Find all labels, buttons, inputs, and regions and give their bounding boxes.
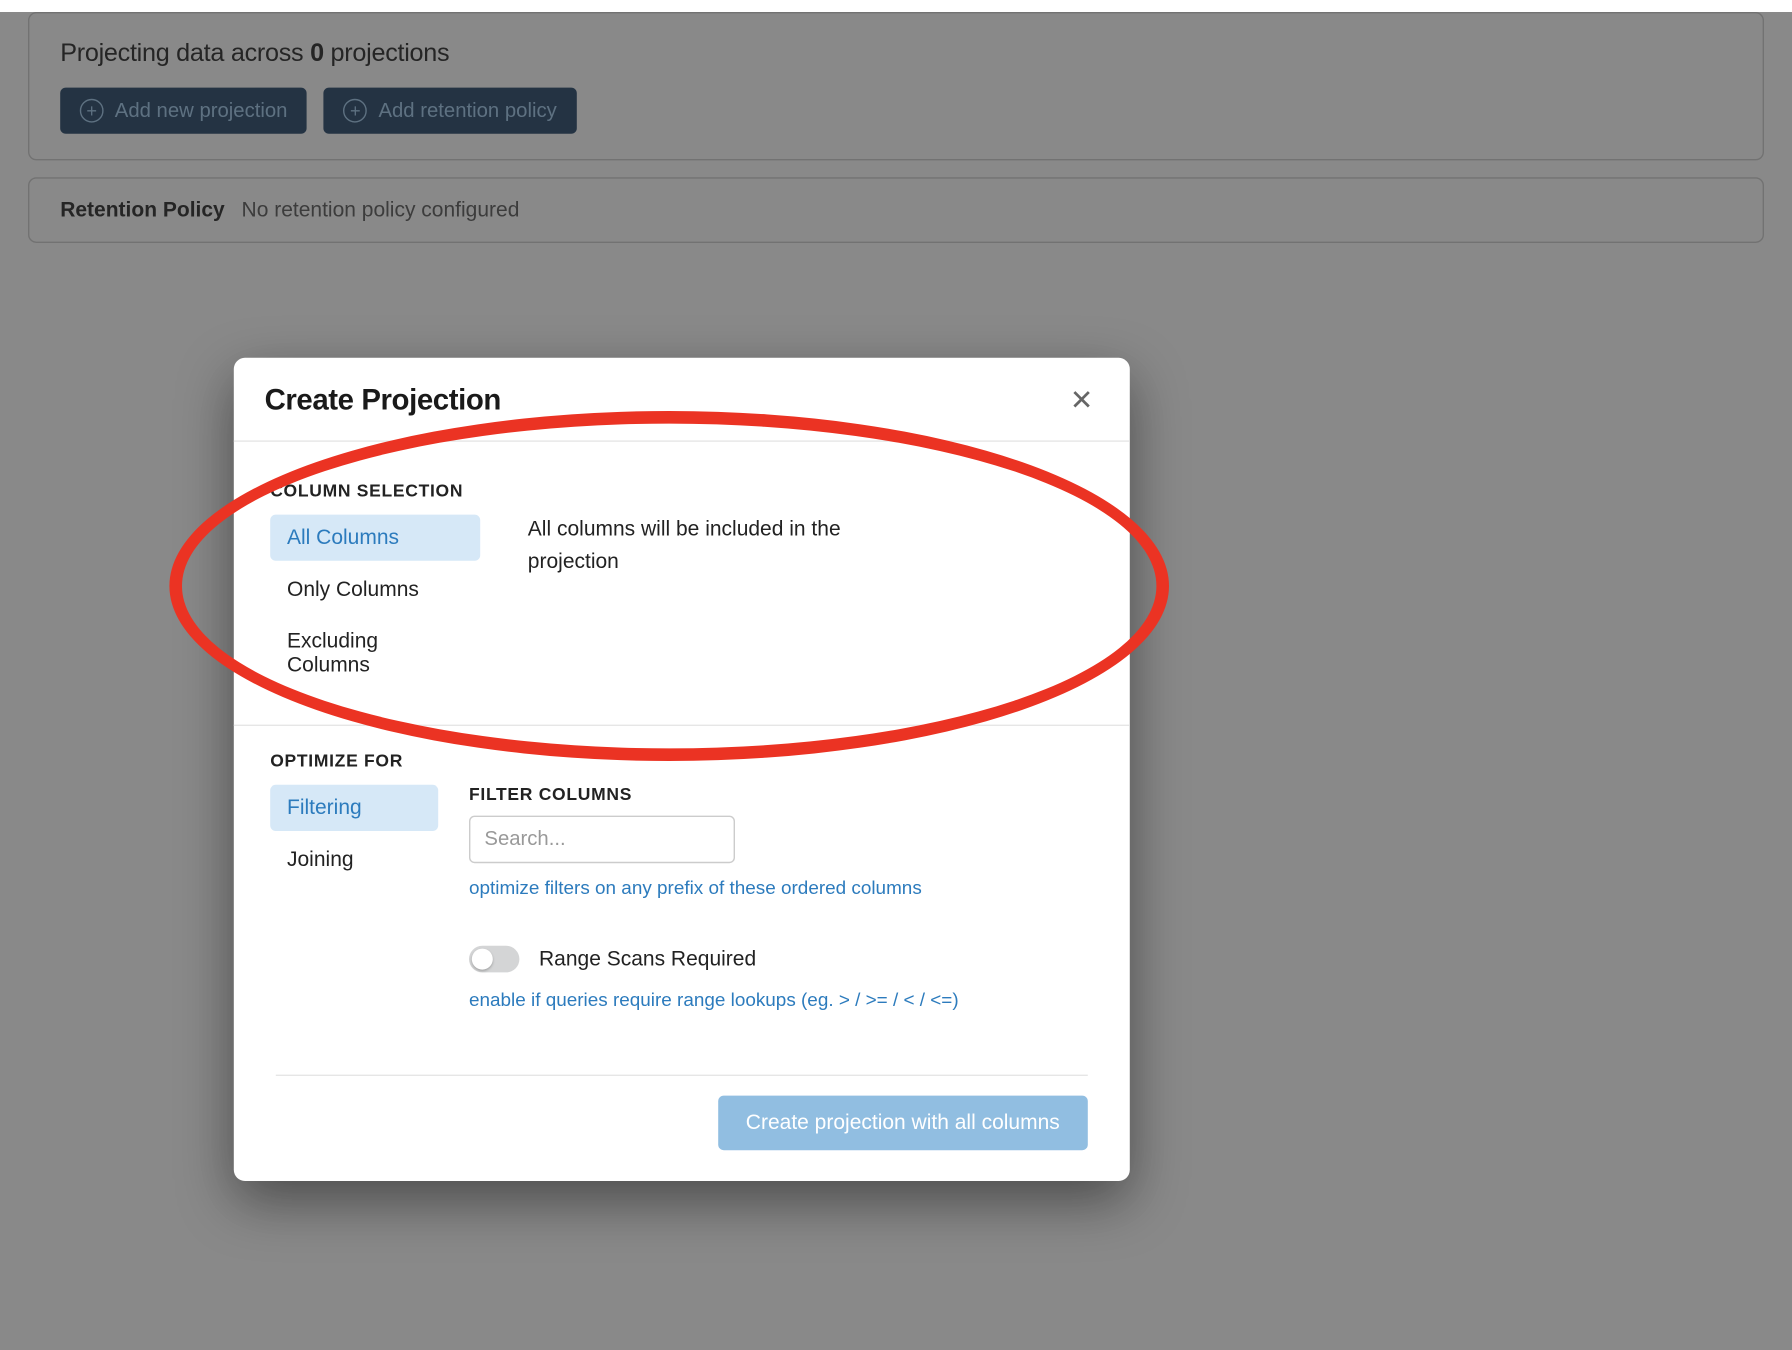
tab-filtering[interactable]: Filtering [270,785,438,831]
range-scans-label: Range Scans Required [539,947,756,971]
section-divider [234,725,1130,726]
column-selection-heading: COLUMN SELECTION [270,481,1093,501]
tab-excluding-columns[interactable]: Excluding Columns [270,618,480,688]
create-projection-button[interactable]: Create projection with all columns [718,1096,1088,1151]
create-projection-modal: Create Projection ✕ COLUMN SELECTION All… [234,358,1130,1181]
optimize-for-heading: OPTIMIZE FOR [270,751,1093,771]
close-icon[interactable]: ✕ [1064,380,1099,421]
tab-only-columns[interactable]: Only Columns [270,566,480,612]
filter-search-input[interactable] [469,816,735,864]
prefix-hint: optimize filters on any prefix of these … [469,877,1093,898]
range-scans-toggle[interactable] [469,946,519,973]
range-scans-hint: enable if queries require range lookups … [469,989,1093,1010]
filter-columns-heading: FILTER COLUMNS [469,785,1093,805]
tab-all-columns[interactable]: All Columns [270,515,480,561]
column-selection-description: All columns will be included in the proj… [528,515,906,578]
modal-title: Create Projection [265,384,501,418]
tab-joining[interactable]: Joining [270,837,438,883]
modal-overlay[interactable]: Create Projection ✕ COLUMN SELECTION All… [0,12,1792,1350]
